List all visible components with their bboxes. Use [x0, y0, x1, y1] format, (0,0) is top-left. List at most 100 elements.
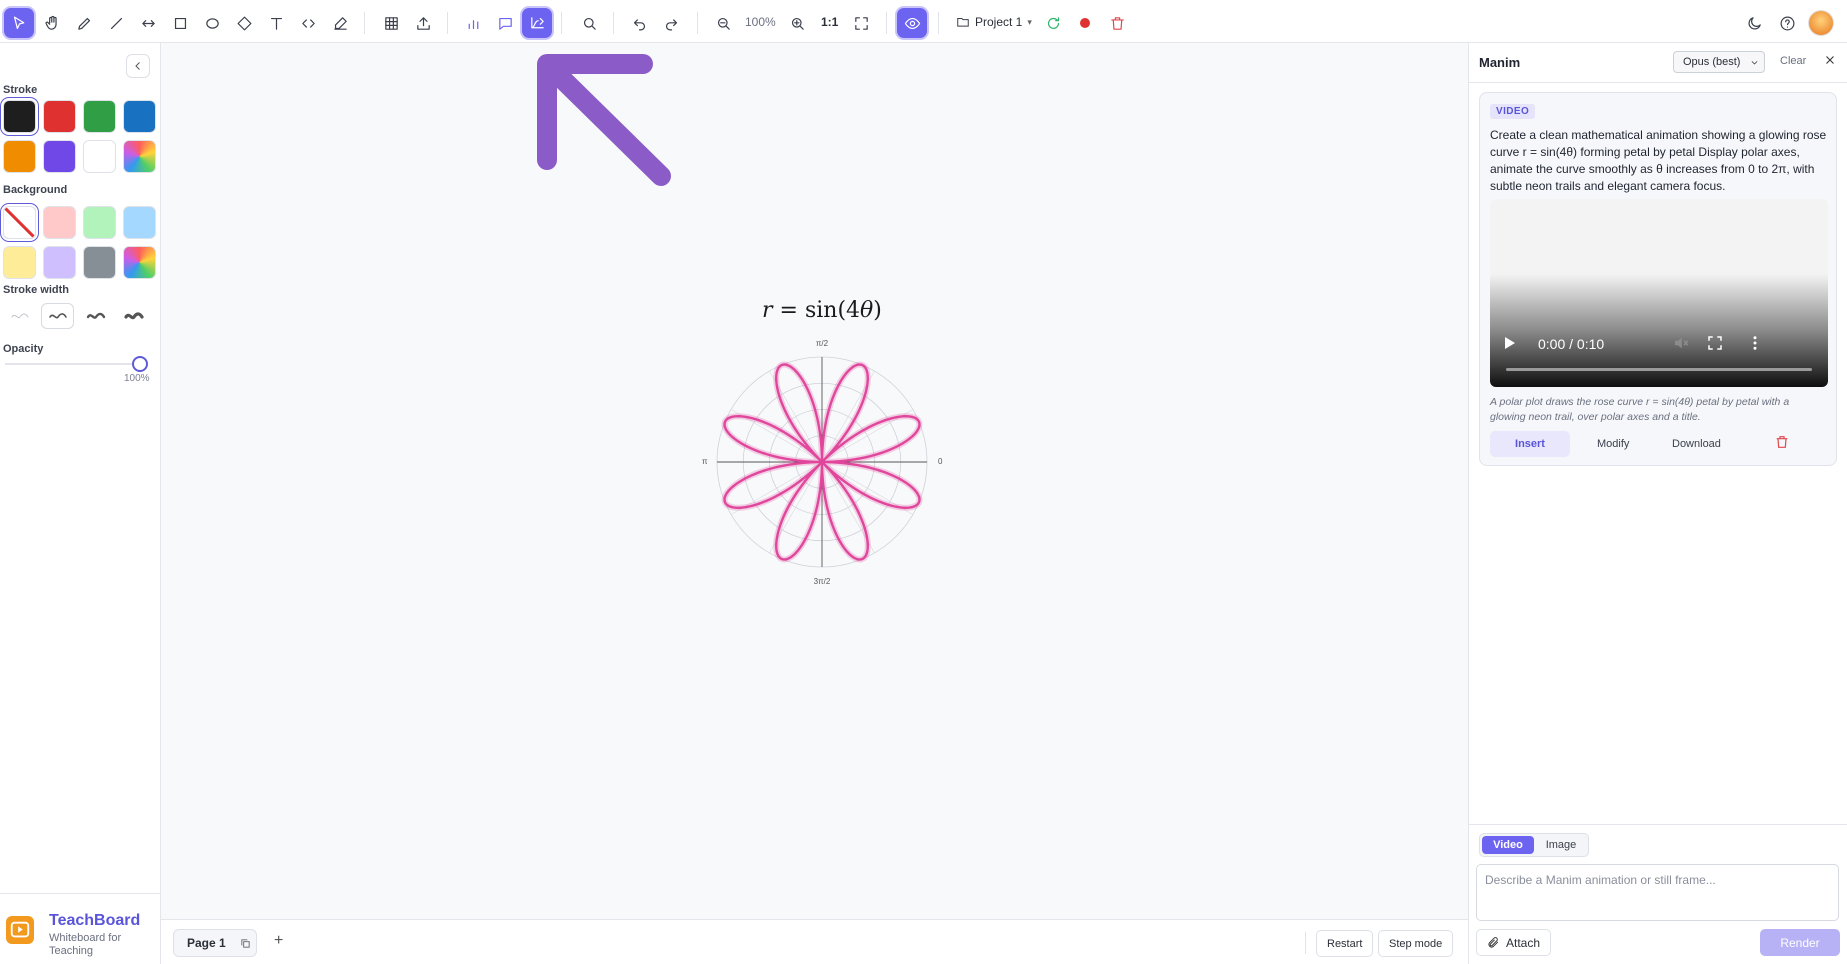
zoom-reset-button[interactable]: 1:1	[821, 15, 838, 29]
formula-r: r	[762, 298, 773, 323]
stroke-swatch-7[interactable]	[123, 140, 156, 173]
page-bar: Page 1 + Restart Step mode	[161, 919, 1468, 964]
axis-label-left: π	[702, 457, 708, 466]
ellipse-tool-button[interactable]	[197, 8, 227, 38]
formula-title[interactable]: r = sin(4θ)	[762, 298, 882, 323]
stroke-swatch-3[interactable]	[123, 100, 156, 133]
line-tool-button[interactable]	[101, 8, 131, 38]
toolbar-divider	[364, 12, 365, 34]
fullscreen-icon	[854, 16, 868, 30]
animation-prompt-input[interactable]	[1476, 864, 1839, 921]
close-panel-button[interactable]	[1823, 53, 1839, 69]
restart-button[interactable]: Restart	[1316, 930, 1374, 957]
mute-button[interactable]	[1672, 334, 1690, 352]
model-select[interactable]: Opus (best)	[1673, 51, 1765, 73]
help-button[interactable]	[1772, 8, 1802, 38]
stroke-swatch-5[interactable]	[43, 140, 76, 173]
attach-label: Attach	[1505, 935, 1541, 950]
redo-button[interactable]	[656, 8, 686, 38]
background-swatch-3[interactable]	[123, 206, 156, 239]
search-button[interactable]	[574, 8, 604, 38]
stroke-width-option-2[interactable]	[79, 303, 112, 329]
stroke-width-option-3[interactable]	[117, 303, 150, 329]
stroke-swatch-0[interactable]	[3, 100, 36, 133]
rose-curve-plot[interactable]: π/2 3π/2 π 0	[700, 334, 945, 594]
delete-card-button[interactable]	[1774, 434, 1792, 452]
toolbar-divider	[938, 12, 939, 34]
video-caption: A polar plot draws the rose curve r = si…	[1490, 396, 1790, 423]
upload-button[interactable]	[408, 8, 438, 38]
rectangle-tool-button[interactable]	[165, 8, 195, 38]
page-tab-1[interactable]: Page 1	[173, 929, 257, 957]
opacity-slider-track[interactable]	[5, 363, 140, 365]
play-icon[interactable]	[1504, 336, 1516, 350]
video-progress-bar[interactable]	[1506, 368, 1812, 371]
video-fullscreen-button[interactable]	[1706, 334, 1724, 352]
select-tool-button[interactable]	[4, 8, 34, 38]
dark-mode-toggle[interactable]	[1739, 8, 1769, 38]
modify-button[interactable]: Modify	[1585, 431, 1641, 457]
record-button[interactable]	[1070, 8, 1100, 38]
upload-icon	[416, 16, 430, 30]
fit-screen-button[interactable]	[846, 8, 876, 38]
background-swatch-1[interactable]	[43, 206, 76, 239]
manim-tool-button[interactable]	[522, 8, 552, 38]
type-badge: VIDEO	[1490, 104, 1536, 119]
background-swatch-7[interactable]	[123, 246, 156, 279]
diamond-tool-button[interactable]	[229, 8, 259, 38]
pencil-tool-button[interactable]	[69, 8, 99, 38]
insert-button[interactable]: Insert	[1490, 431, 1570, 457]
step-mode-button[interactable]: Step mode	[1378, 930, 1454, 957]
stroke-width-option-1[interactable]	[41, 303, 74, 329]
render-button[interactable]: Render	[1760, 929, 1840, 956]
background-swatch-2[interactable]	[83, 206, 116, 239]
video-player[interactable]: 0:00 / 0:10	[1490, 199, 1828, 387]
background-swatch-5[interactable]	[43, 246, 76, 279]
video-options-button[interactable]	[1746, 334, 1764, 352]
code-icon	[301, 18, 315, 28]
eraser-tool-button[interactable]	[325, 8, 355, 38]
delete-all-button[interactable]	[1102, 8, 1132, 38]
preview-toggle-button[interactable]	[897, 8, 927, 38]
attach-button[interactable]: Attach	[1476, 929, 1551, 956]
text-tool-button[interactable]	[261, 8, 291, 38]
stroke-width-option-0[interactable]	[3, 303, 36, 329]
table-icon	[384, 16, 398, 30]
opacity-slider-handle[interactable]	[132, 356, 148, 372]
code-tool-button[interactable]	[293, 8, 323, 38]
prompt-text: Create a clean mathematical animation sh…	[1490, 128, 1827, 193]
duplicate-page-icon[interactable]	[240, 938, 251, 949]
chart-tool-button[interactable]	[458, 8, 488, 38]
chat-bubble-icon	[498, 17, 512, 30]
background-swatch-4[interactable]	[3, 246, 36, 279]
double-arrow-tool-button[interactable]	[133, 8, 163, 38]
comment-tool-button[interactable]	[490, 8, 520, 38]
project-selector[interactable]: Project 1 ▾	[956, 15, 1032, 29]
undo-button[interactable]	[624, 8, 654, 38]
background-swatch-6[interactable]	[83, 246, 116, 279]
background-swatch-0[interactable]	[3, 206, 36, 239]
download-button[interactable]: Download	[1660, 431, 1733, 457]
tab-image[interactable]: Image	[1536, 836, 1586, 854]
stroke-swatch-1[interactable]	[43, 100, 76, 133]
axis-label-top: π/2	[816, 339, 829, 348]
add-page-button[interactable]: +	[274, 932, 283, 950]
hand-tool-button[interactable]	[37, 8, 67, 38]
brand-name: TeachBoard	[49, 912, 141, 929]
stroke-swatch-4[interactable]	[3, 140, 36, 173]
clear-button[interactable]: Clear	[1780, 55, 1806, 67]
close-icon	[1826, 56, 1834, 64]
model-select-value: Opus (best)	[1683, 56, 1741, 68]
user-avatar[interactable]	[1806, 8, 1836, 38]
tab-video[interactable]: Video	[1482, 836, 1534, 854]
table-tool-button[interactable]	[376, 8, 406, 38]
stroke-swatch-6[interactable]	[83, 140, 116, 173]
collapse-panel-button[interactable]	[126, 54, 150, 78]
sync-button[interactable]	[1038, 8, 1068, 38]
refresh-icon	[1047, 16, 1059, 29]
arrow-shape[interactable]	[535, 50, 675, 190]
play-board-icon	[10, 921, 30, 938]
zoom-in-button[interactable]	[782, 8, 812, 38]
stroke-swatch-2[interactable]	[83, 100, 116, 133]
zoom-out-button[interactable]	[708, 8, 738, 38]
